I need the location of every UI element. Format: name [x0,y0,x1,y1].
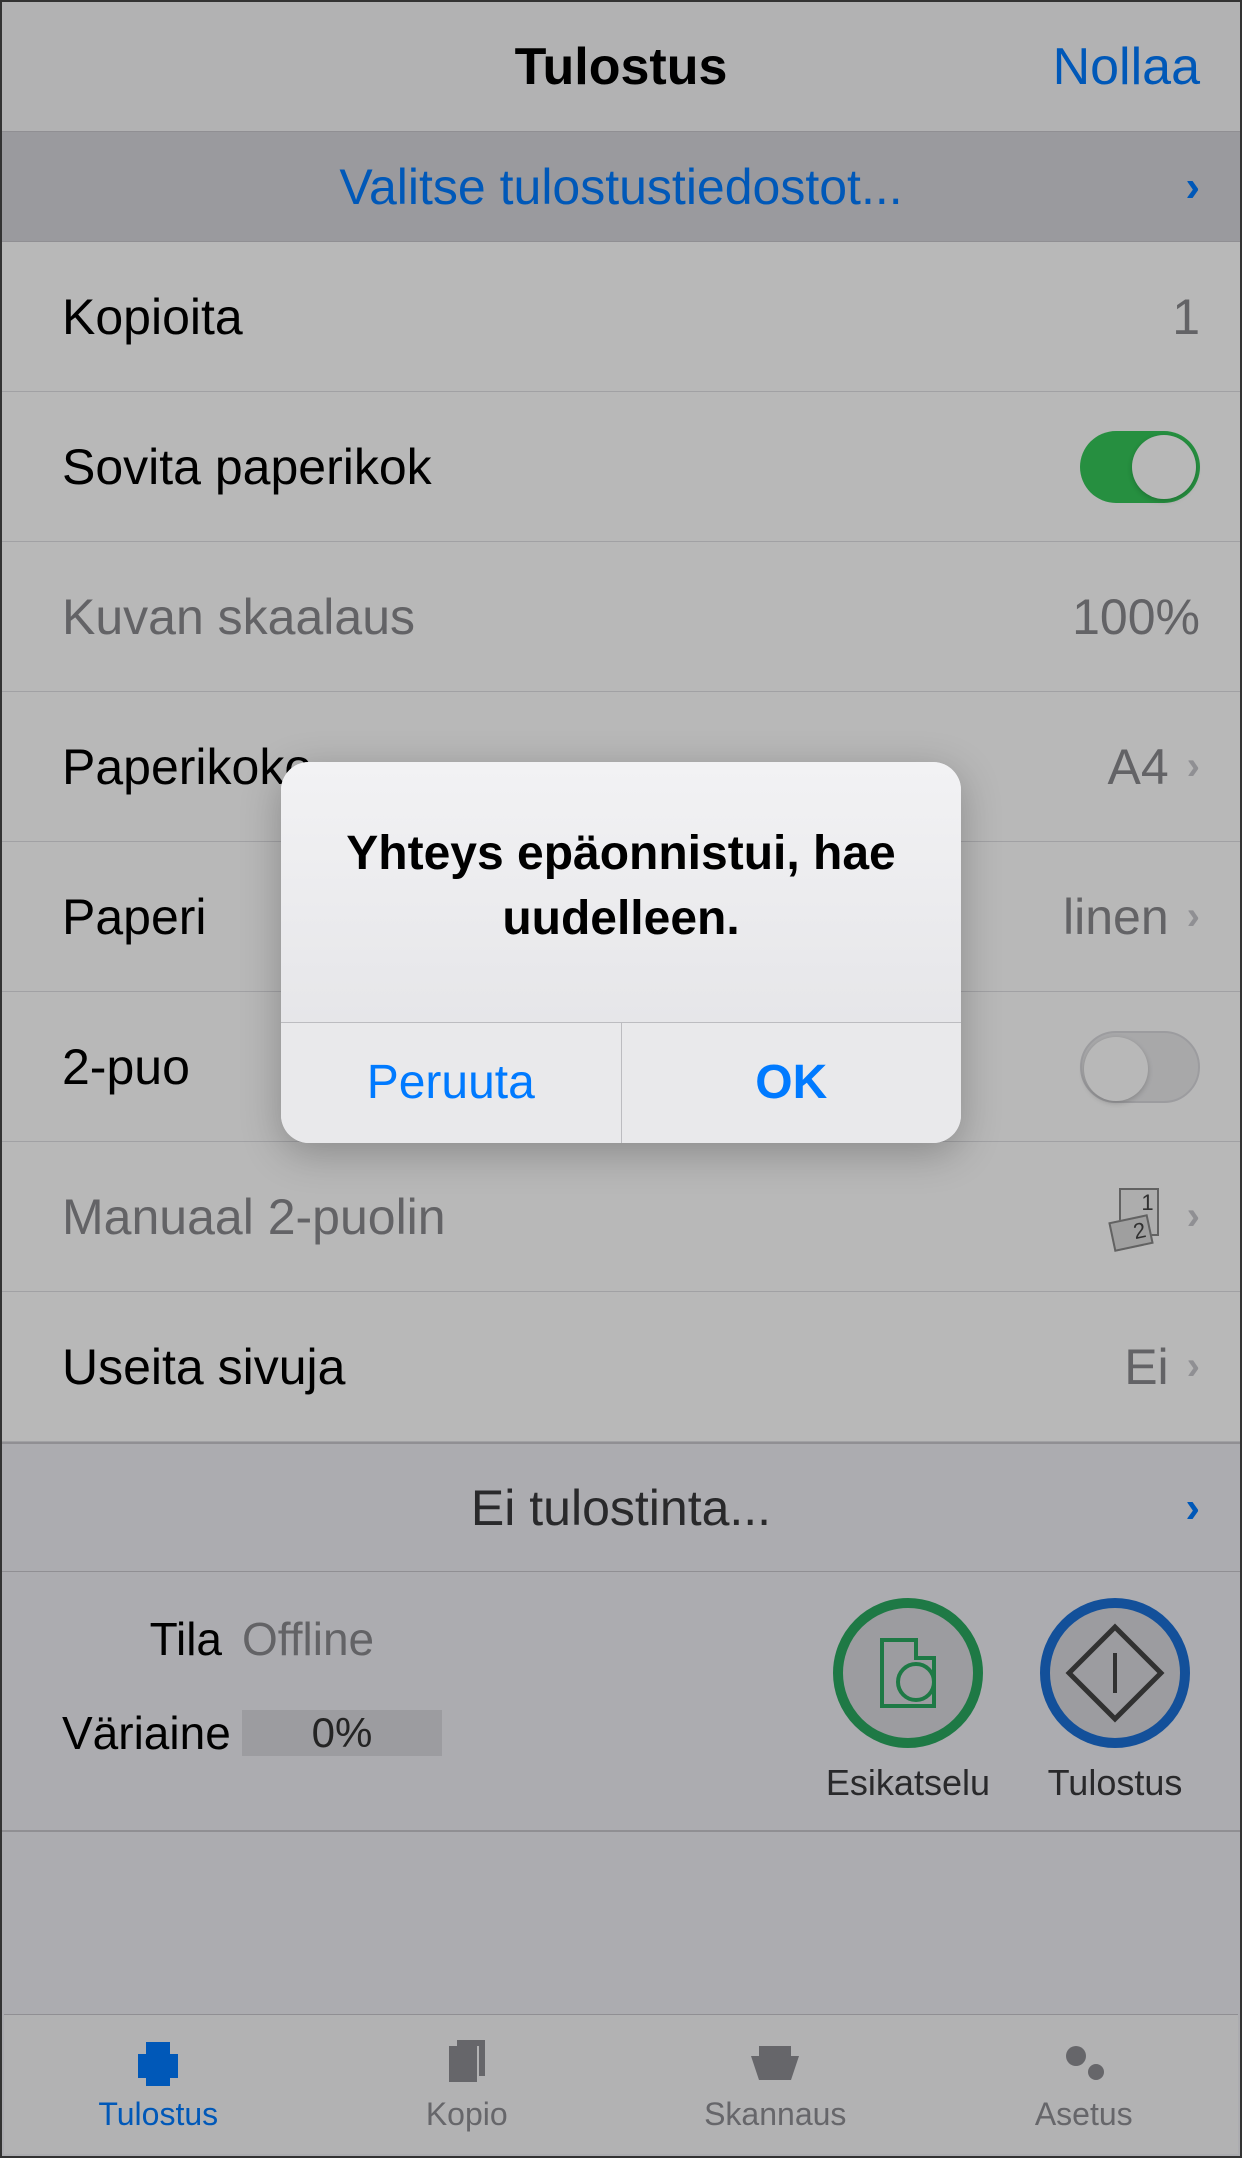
copies-row[interactable]: Kopioita 1 [2,242,1240,392]
paper-type-value: linen [1063,888,1169,946]
printer-icon [126,2036,190,2090]
chevron-right-icon: › [1187,744,1200,789]
two-sided-label: 2-puo [62,1038,190,1096]
multiple-pages-label: Useita sivuja [62,1338,345,1396]
alert-title: Yhteys epäonnistui, hae uudelleen. [321,822,921,952]
two-sided-toggle[interactable] [1080,1031,1200,1103]
print-button[interactable]: Tulostus [1040,1598,1190,1804]
copies-label: Kopioita [62,288,243,346]
chevron-right-icon: › [1187,1344,1200,1389]
fit-paper-label: Sovita paperikok [62,438,432,496]
tab-scan[interactable]: Skannaus [621,2015,930,2154]
preview-button-label: Esikatselu [826,1762,990,1804]
manual-two-sided-label: Manuaal 2-puolin [62,1188,446,1246]
preview-button[interactable]: Esikatselu [826,1598,990,1804]
chevron-right-icon: › [1185,1483,1200,1533]
status-area: Tila Offline Väriaine 0% Esikatselu Tulo… [2,1572,1240,1832]
status-value: Offline [242,1612,374,1666]
fit-paper-toggle[interactable] [1080,431,1200,503]
multiple-pages-row[interactable]: Useita sivuja Ei › [2,1292,1240,1442]
select-files-label: Valitse tulostustiedostot... [339,158,902,216]
image-scale-row[interactable]: Kuvan skaalaus 100% [2,542,1240,692]
chevron-right-icon: › [1185,162,1200,212]
multiple-pages-value: Ei [1124,1338,1168,1396]
tab-settings[interactable]: Asetus [930,2015,1239,2154]
reset-button[interactable]: Nollaa [1053,37,1200,97]
tab-bar: Tulostus Kopio Skannaus Asetus [4,2014,1238,2154]
gear-icon [1052,2036,1116,2090]
scanner-icon [743,2036,807,2090]
toner-label: Väriaine [62,1706,222,1760]
alert-cancel-button[interactable]: Peruuta [281,1023,622,1143]
fit-paper-row: Sovita paperikok [2,392,1240,542]
page-title: Tulostus [515,37,728,97]
alert-dialog: Yhteys epäonnistui, hae uudelleen. Peruu… [281,762,961,1143]
chevron-right-icon: › [1187,894,1200,939]
alert-ok-button[interactable]: OK [622,1023,962,1143]
status-label: Tila [62,1612,222,1666]
header: Tulostus Nollaa [2,2,1240,132]
tab-print[interactable]: Tulostus [4,2015,313,2154]
copies-value: 1 [1172,288,1200,346]
select-files-row[interactable]: Valitse tulostustiedostot... › [2,132,1240,242]
print-button-label: Tulostus [1048,1762,1183,1804]
tab-copy[interactable]: Kopio [313,2015,622,2154]
image-scale-value: 100% [1072,588,1200,646]
toner-value: 0% [242,1710,442,1756]
printer-row[interactable]: Ei tulostinta... › [2,1442,1240,1572]
image-scale-label: Kuvan skaalaus [62,588,415,646]
chevron-right-icon: › [1187,1194,1200,1239]
manual-two-sided-row[interactable]: Manuaal 2-puolin 1 2 › [2,1142,1240,1292]
duplex-icon: 1 2 [1111,1188,1169,1246]
paper-type-label: Paperi [62,888,207,946]
preview-icon [880,1638,936,1708]
print-action-icon [1066,1624,1165,1723]
paper-size-label: Paperikoko [62,738,312,796]
paper-size-value: A4 [1108,738,1169,796]
copy-icon [435,2036,499,2090]
printer-label: Ei tulostinta... [471,1479,771,1537]
